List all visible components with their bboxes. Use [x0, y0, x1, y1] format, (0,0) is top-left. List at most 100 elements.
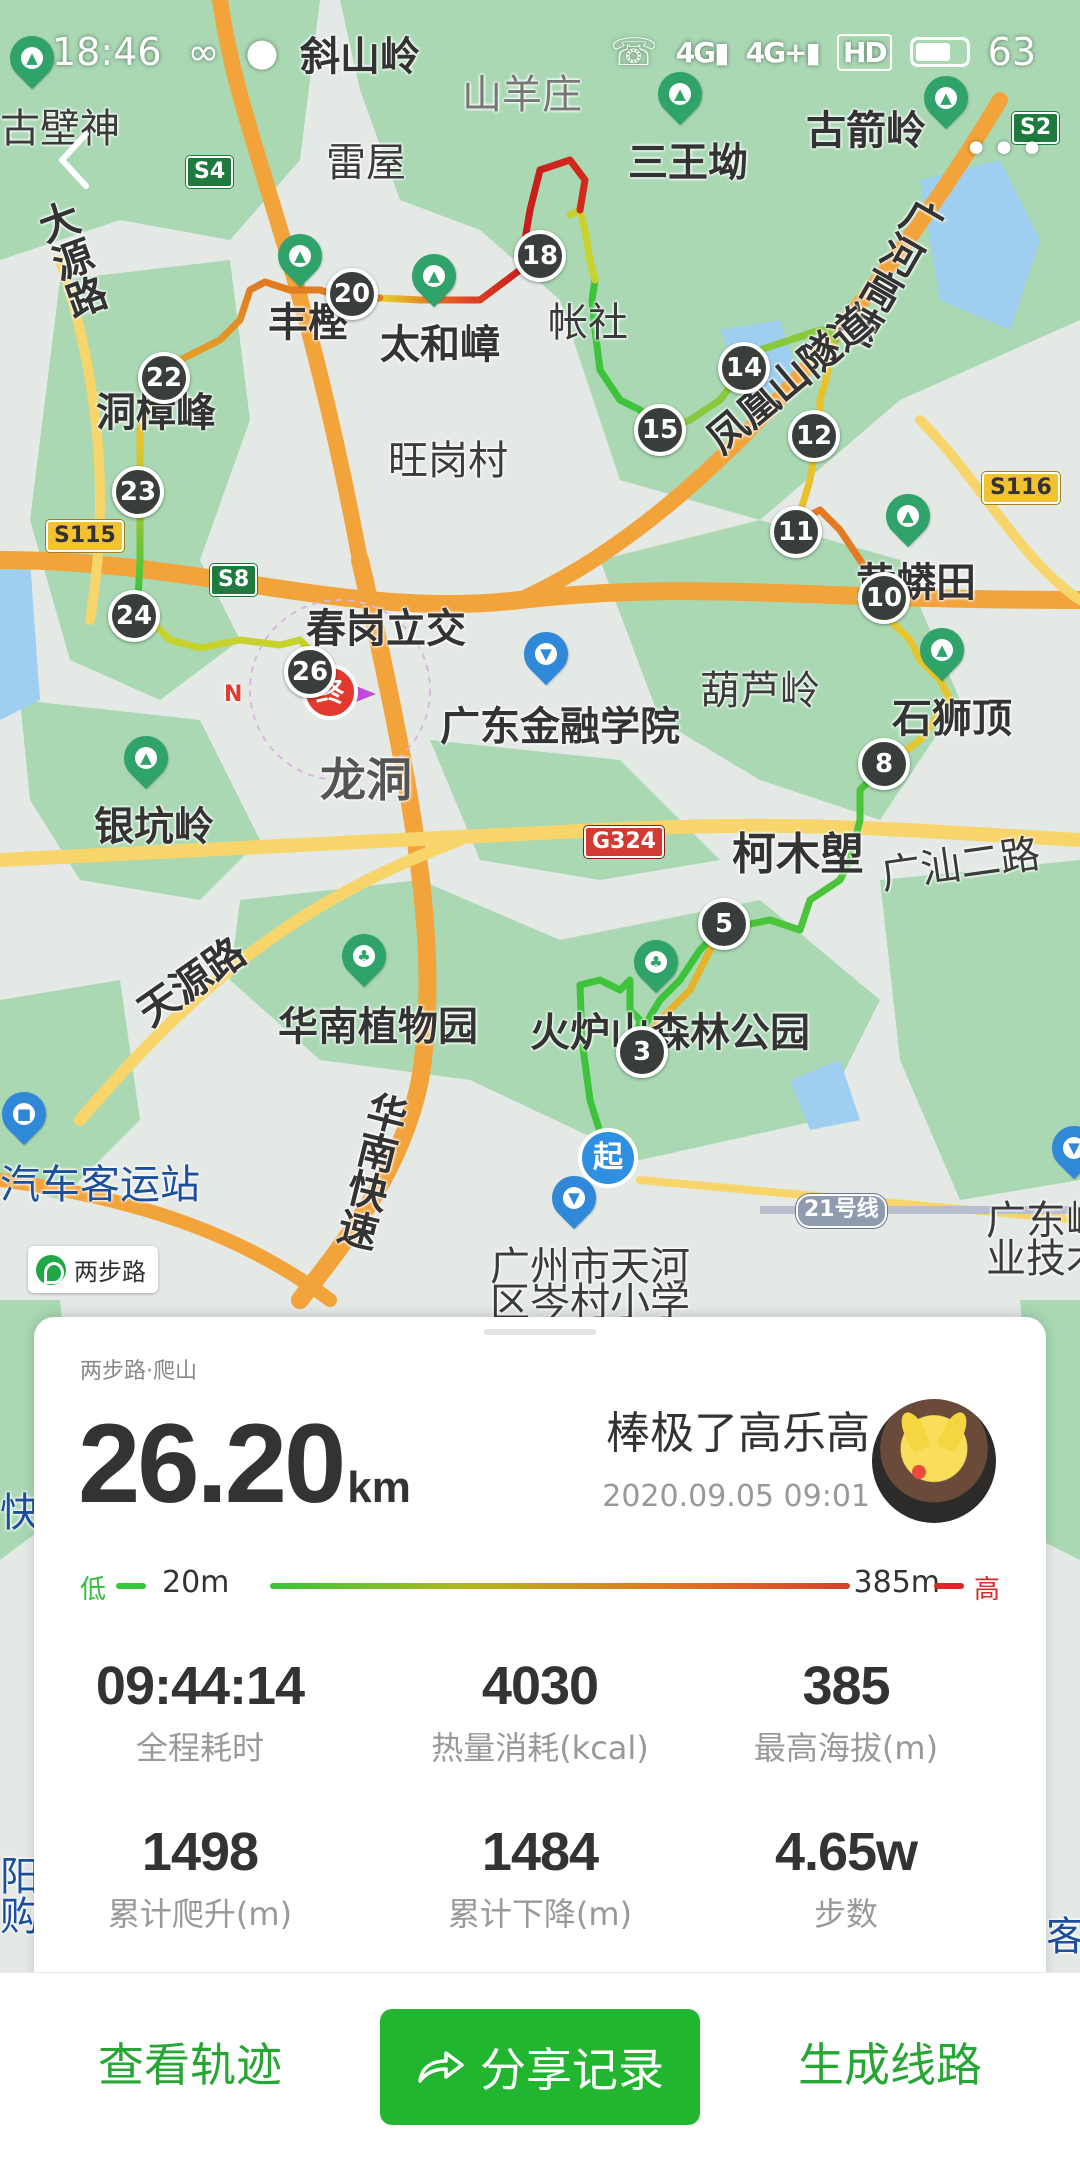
map-label: 龙洞: [320, 753, 412, 807]
brand-badge: 两步路: [28, 1246, 158, 1293]
stat-value: 1498: [141, 1822, 259, 1882]
elevation-max: 385m: [853, 1565, 940, 1600]
km-marker[interactable]: 12: [788, 410, 840, 462]
stat-duration: 09:44:14 全程耗时: [50, 1655, 350, 1769]
km-marker[interactable]: 26: [284, 646, 336, 698]
user-name: 棒极了高乐高: [606, 1408, 870, 1459]
map-label: 三王坳: [628, 140, 748, 186]
elevation-high-swatch: [934, 1583, 964, 1589]
map-label: 银坑岭: [94, 804, 214, 850]
map-label: 广东金融学院: [440, 704, 680, 750]
km-marker[interactable]: 11: [770, 506, 822, 558]
stat-value: 385: [802, 1656, 890, 1716]
map-label: 汽车客运站: [0, 1162, 200, 1208]
status-bar: 18:46 ∞ ● ☏ 4G▮ 4G+▮ HD 63: [0, 0, 1080, 108]
hd-voice-icon: HD: [836, 33, 892, 71]
highway-shield: S4: [186, 156, 234, 188]
stat-label: 累计爬升(m): [107, 1895, 293, 1933]
map-label: 雷屋: [326, 140, 406, 186]
km-marker[interactable]: 3: [616, 1026, 668, 1078]
km-marker[interactable]: 15: [634, 404, 686, 456]
highway-shield: S115: [46, 520, 124, 552]
map-label: 客: [1046, 1914, 1080, 1960]
battery-icon: [909, 37, 970, 67]
signal-icon: 4G▮: [675, 35, 730, 69]
wifi-call-icon: ☏: [610, 30, 658, 74]
stat-label: 最高海拔(m): [753, 1729, 939, 1767]
km-marker[interactable]: 5: [698, 898, 750, 950]
compass-arrow: [356, 686, 376, 702]
avatar[interactable]: [872, 1399, 996, 1523]
elevation-low-label: 低: [80, 1575, 107, 1605]
view-track-button[interactable]: 查看轨迹: [60, 2029, 320, 2095]
map-label: 旺岗村: [388, 438, 508, 484]
highway-shield: G324: [584, 826, 664, 858]
km-marker[interactable]: 18: [514, 230, 566, 282]
map-label: 火炉山森林公园: [530, 1010, 810, 1056]
stat-total-ascent: 1498 累计爬升(m): [50, 1821, 350, 1935]
map-label: 石狮顶: [892, 696, 1012, 742]
link-icon: ∞: [187, 30, 220, 74]
km-marker[interactable]: 22: [138, 352, 190, 404]
compass-north-label: N: [224, 682, 243, 707]
stat-label: 步数: [813, 1895, 878, 1933]
notification-icon: ●: [245, 30, 279, 74]
clock-text: 18:46: [52, 30, 162, 74]
share-record-button[interactable]: 分享记录: [380, 2009, 700, 2125]
back-button[interactable]: [40, 120, 120, 200]
highway-shield: S116: [982, 472, 1060, 504]
km-marker[interactable]: 20: [326, 268, 378, 320]
signal-icon: 4G+▮: [745, 35, 821, 69]
stat-calories: 4030 热量消耗(kcal): [390, 1655, 690, 1769]
map-label: 柯木塱: [732, 829, 864, 880]
distance-value: 26.20: [78, 1401, 346, 1526]
brand-name: 两步路: [74, 1258, 146, 1286]
status-icons: ☏ 4G▮ 4G+▮ HD 63: [610, 30, 1036, 74]
stat-label: 全程耗时: [135, 1729, 264, 1767]
km-marker[interactable]: 10: [858, 572, 910, 624]
stat-label: 热量消耗(kcal): [431, 1729, 649, 1767]
stat-value: 1484: [481, 1822, 599, 1882]
stat-value: 4.65w: [774, 1822, 918, 1882]
map-label: 太和嶂: [380, 322, 500, 368]
activity-type: 两步路·爬山: [80, 1359, 197, 1384]
status-time: 18:46 ∞ ●: [52, 30, 279, 74]
stat-steps: 4.65w 步数: [696, 1821, 996, 1935]
more-button[interactable]: •••: [960, 128, 1050, 180]
drag-handle[interactable]: [484, 1329, 596, 1335]
km-marker[interactable]: 24: [108, 590, 160, 642]
km-marker[interactable]: 14: [718, 342, 770, 394]
stat-value: 09:44:14: [95, 1656, 305, 1716]
stat-value: 4030: [481, 1656, 599, 1716]
elevation-gradient-bar: [270, 1583, 850, 1589]
start-marker[interactable]: 起: [578, 1128, 638, 1188]
distance: 26.20 km: [78, 1399, 411, 1528]
km-marker[interactable]: 23: [112, 466, 164, 518]
map-label: 葫芦岭: [700, 668, 820, 714]
activity-date: 2020.09.05 09:01: [602, 1479, 870, 1514]
metro-line-label: 21号线: [796, 1194, 887, 1228]
stat-max-altitude: 385 最高海拔(m): [696, 1655, 996, 1769]
map-label: 春岗立交: [306, 606, 466, 652]
share-icon: [418, 2051, 464, 2083]
more-dots-icon: •••: [963, 124, 1047, 175]
network-type: 4G: [675, 35, 716, 69]
summary-card: 两步路·爬山 26.20 km 棒极了高乐高 2020.09.05 09:01 …: [34, 1317, 1046, 1977]
km-marker[interactable]: 8: [858, 738, 910, 790]
distance-unit: km: [347, 1463, 411, 1512]
elevation-min: 20m: [162, 1565, 230, 1600]
map-label: 华南植物园: [278, 1004, 478, 1050]
stat-total-descent: 1484 累计下降(m): [390, 1821, 690, 1935]
map-label: 业技术: [986, 1236, 1080, 1282]
elevation-low-swatch: [116, 1583, 146, 1589]
highway-shield: S8: [210, 564, 258, 596]
network-type: 4G+: [745, 35, 808, 69]
chevron-left-icon: [59, 131, 89, 189]
map-label: 帐社: [548, 300, 628, 346]
elevation-legend: 低 20m 385m 高: [80, 1565, 1000, 1605]
bottom-action-bar: 查看轨迹 分享记录 生成线路: [0, 1972, 1080, 2160]
generate-route-button[interactable]: 生成线路: [760, 2029, 1020, 2095]
battery-level: 63: [987, 30, 1036, 74]
elevation-high-label: 高: [973, 1575, 1000, 1605]
brand-logo-icon: [36, 1254, 66, 1285]
